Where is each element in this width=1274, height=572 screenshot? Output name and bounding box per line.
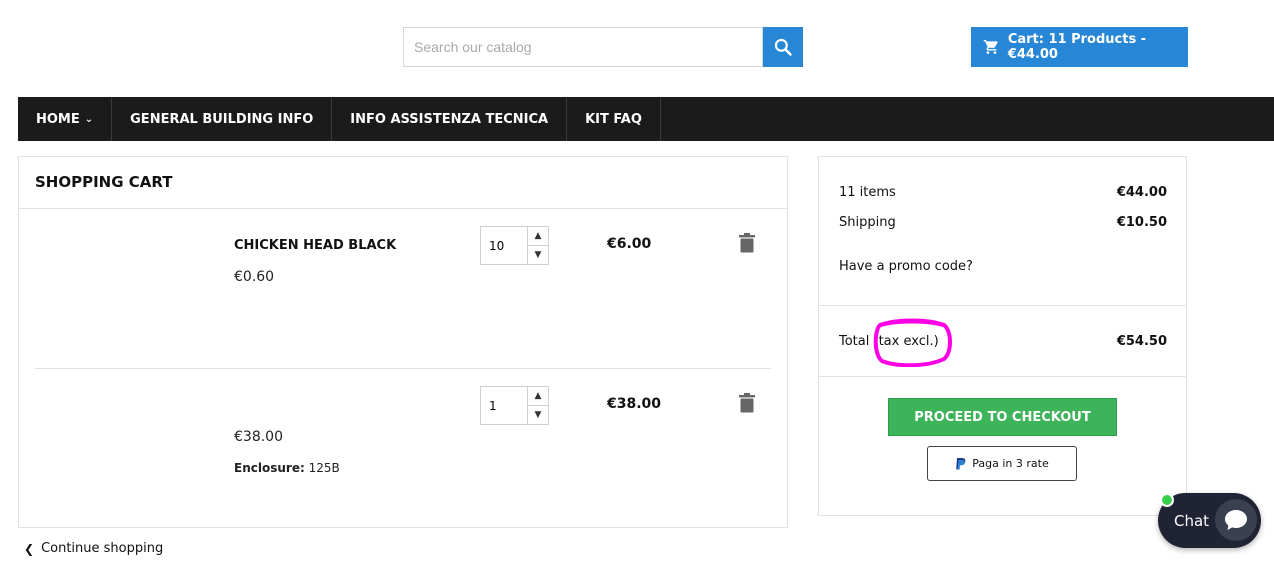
divider <box>819 376 1186 377</box>
items-count: 11 items <box>839 185 896 200</box>
cart-button[interactable]: Cart: 11 Products - €44.00 <box>971 27 1188 67</box>
shipping-label: Shipping <box>839 215 896 230</box>
quantity-decrease-button[interactable]: ▼ <box>528 246 548 264</box>
quantity-increase-button[interactable]: ▲ <box>528 227 548 246</box>
total-label: Total <box>839 334 870 349</box>
items-subtotal: €44.00 <box>1116 185 1167 200</box>
line-total: €6.00 <box>607 236 652 252</box>
product-name[interactable]: CHICKEN HEAD BLACK <box>234 238 396 253</box>
product-unit-price: €0.60 <box>234 269 275 285</box>
paypal-pay-in-3-button[interactable]: Paga in 3 rate <box>927 446 1077 481</box>
quantity-stepper[interactable]: ▲ ▼ <box>480 386 549 425</box>
highlight-annotation <box>873 318 952 367</box>
divider <box>819 305 1186 306</box>
cart-summary-panel: 11 items €44.00 Shipping €10.50 Have a p… <box>818 156 1187 516</box>
nav-item-home[interactable]: HOME ⌄ <box>18 97 113 141</box>
search-button[interactable] <box>763 27 803 67</box>
search-icon <box>774 38 792 56</box>
chevron-down-icon: ⌄ <box>84 113 94 125</box>
trash-icon[interactable] <box>738 393 756 413</box>
nav-item-kit-faq[interactable]: KIT FAQ <box>567 97 661 141</box>
continue-shopping-link[interactable]: ❮ Continue shopping <box>24 541 163 556</box>
shopping-cart-panel: SHOPPING CART CHICKEN HEAD BLACK €0.60 ▲… <box>18 156 788 528</box>
chat-label: Chat <box>1174 511 1210 530</box>
chevron-left-icon: ❮ <box>24 541 35 556</box>
line-total: €38.00 <box>607 396 662 412</box>
trash-icon[interactable] <box>738 233 756 253</box>
total-value: €54.50 <box>1116 334 1167 349</box>
attribute-value: 125B <box>308 461 340 475</box>
nav-item-general-building-info[interactable]: GENERAL BUILDING INFO <box>112 97 333 141</box>
quantity-input[interactable] <box>481 227 528 264</box>
promo-code-link[interactable]: Have a promo code? <box>839 259 973 274</box>
cart-title: SHOPPING CART <box>35 173 173 191</box>
product-unit-price: €38.00 <box>234 429 283 445</box>
online-status-indicator <box>1160 493 1174 507</box>
main-nav: HOME ⌄ GENERAL BUILDING INFO INFO ASSIST… <box>18 97 1274 141</box>
quantity-increase-button[interactable]: ▲ <box>528 387 548 406</box>
proceed-to-checkout-button[interactable]: PROCEED TO CHECKOUT <box>888 398 1117 436</box>
search-input[interactable] <box>403 27 763 67</box>
attribute-label: Enclosure: <box>234 461 305 475</box>
divider <box>19 208 787 209</box>
product-attribute: Enclosure: 125B <box>234 461 340 475</box>
shipping-row: Shipping €10.50 <box>839 215 1167 230</box>
quantity-decrease-button[interactable]: ▼ <box>528 406 548 424</box>
shipping-value: €10.50 <box>1116 215 1167 230</box>
paypal-icon <box>956 457 966 470</box>
nav-item-info-assistenza-tecnica[interactable]: INFO ASSISTENZA TECNICA <box>332 97 568 141</box>
cart-summary-label: Cart: 11 Products - €44.00 <box>1007 32 1147 62</box>
divider <box>35 368 771 369</box>
items-summary-row: 11 items €44.00 <box>839 185 1167 200</box>
shopping-cart-icon <box>983 39 998 55</box>
quantity-input[interactable] <box>481 387 528 424</box>
quantity-stepper[interactable]: ▲ ▼ <box>480 226 549 265</box>
chat-bubble-icon <box>1215 499 1257 541</box>
